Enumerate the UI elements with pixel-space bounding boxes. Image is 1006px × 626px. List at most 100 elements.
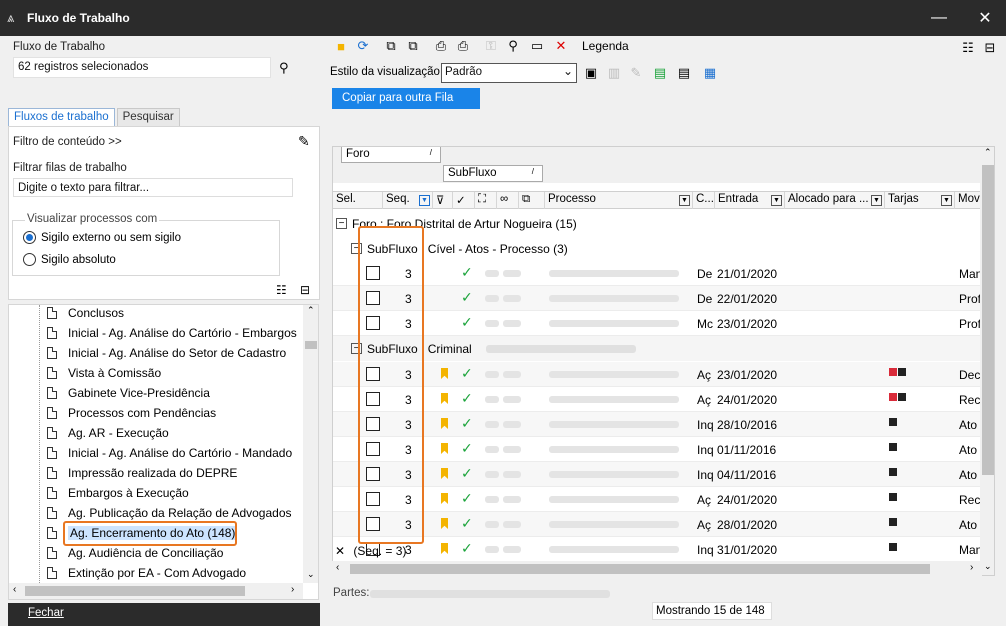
bookmark-tool-icon[interactable]: ■ <box>331 36 351 56</box>
tree-horizontal-scrollbar[interactable]: ‹ › <box>9 583 303 599</box>
grid-horizontal-scrollbar[interactable]: ‹ › <box>332 561 982 577</box>
copy-to-queue-button[interactable]: Copiar para outra Fila <box>332 88 480 109</box>
filter-dropdown-icon[interactable]: ▼ <box>771 195 782 206</box>
scroll-up-icon[interactable]: ⌃ <box>984 147 992 158</box>
tree-item-queue[interactable]: Ag. Audiência de Conciliação <box>47 543 223 563</box>
col-seq[interactable]: Seq. ▼ <box>383 192 433 209</box>
scroll-left-icon[interactable]: ‹ <box>336 562 339 573</box>
col-link[interactable]: ∞ <box>497 192 519 209</box>
tree-item-queue[interactable]: Ag. AR - Execução <box>47 423 169 443</box>
grid-hscroll-thumb[interactable] <box>350 564 930 574</box>
col-alocado-label: Alocado para ... <box>788 193 869 205</box>
table-row[interactable]: 3 ✓ Inq 04/11/2016 Ato C <box>333 462 994 487</box>
radio-sigilo-externo[interactable]: Sigilo externo ou sem sigilo <box>23 231 181 244</box>
table-row[interactable]: 3 ✓ Aç 24/01/2020 Rece <box>333 387 994 412</box>
filter-input[interactable]: Digite o texto para filtrar... <box>13 178 293 197</box>
refresh-icon[interactable]: ⟳ <box>353 36 373 56</box>
group-row-criminal[interactable]: − SubFluxo : Criminal <box>333 336 994 361</box>
table-row[interactable]: 3 ✓ De 22/01/2020 Profe <box>333 286 994 311</box>
table-row[interactable]: 3 ✓ De 21/01/2020 Mant <box>333 261 994 286</box>
copy-icon[interactable]: ⧉ <box>381 36 401 56</box>
scroll-up-icon[interactable]: ⌃ <box>307 305 315 316</box>
table-row[interactable]: 3 ✓ Inq 01/11/2016 Ato C <box>333 437 994 462</box>
brush-icon[interactable]: ✎ <box>298 133 310 150</box>
scroll-left-icon[interactable]: ‹ <box>13 584 16 595</box>
tab-pesquisar[interactable]: Pesquisar <box>116 108 180 126</box>
save-style-icon[interactable]: ▣ <box>581 63 601 83</box>
tree-item-queue[interactable]: Impressão realizada do DEPRE <box>47 463 237 483</box>
tree-item-queue[interactable]: Processos com Pendências <box>47 403 216 423</box>
filter-dropdown-icon[interactable]: ▼ <box>941 195 952 206</box>
content-filter-toggle[interactable]: Filtro de conteúdo >> <box>13 136 122 148</box>
comment-icon[interactable]: ▭ <box>527 36 547 56</box>
table-row[interactable]: 3 ✓ Aç 28/01/2020 Ato C <box>333 512 994 537</box>
close-button[interactable]: Fechar <box>28 607 64 619</box>
group-chip-foro[interactable]: Foro / <box>341 147 441 163</box>
col-docs[interactable]: ⧉ <box>519 192 545 209</box>
print-preview-icon[interactable]: ⎙ <box>453 36 473 56</box>
scroll-down-icon[interactable]: ⌄ <box>984 561 992 572</box>
col-classe[interactable]: C... <box>693 192 715 209</box>
tree-item-queue[interactable]: Gabinete Vice-Presidência <box>47 383 210 403</box>
print-icon[interactable]: ⎙ <box>431 36 451 56</box>
remove-comment-icon[interactable]: ✕ <box>551 36 571 56</box>
style-select[interactable]: Padrão ⌄ <box>441 63 577 83</box>
col-check[interactable]: ✓ <box>453 192 475 209</box>
tree-item-queue[interactable]: Inicial - Ag. Análise do Cartório - Emba… <box>47 323 297 343</box>
group-row-foro[interactable]: − Foro : Foro Distrital de Artur Nogueir… <box>333 211 994 236</box>
excel-export-icon[interactable]: ▤ <box>650 63 670 83</box>
collapse-group-icon[interactable]: − <box>336 218 347 229</box>
tree-vertical-scrollbar[interactable]: ⌃ ⌄ <box>303 305 318 583</box>
col-alocado[interactable]: Alocado para ... ▼ <box>785 192 885 209</box>
table-row[interactable]: 3 ✓ Mc 23/01/2020 Profe <box>333 311 994 336</box>
tree-item-queue[interactable]: Ag. Publicação da Relação de Advogados <box>47 503 292 523</box>
table-row[interactable]: 3 ✓ Aç 24/01/2020 Rece <box>333 487 994 512</box>
radio-sigilo-absoluto[interactable]: Sigilo absoluto <box>23 253 116 266</box>
clear-filter-icon[interactable]: ✕ <box>335 544 345 558</box>
report-icon[interactable]: ▤ <box>674 63 694 83</box>
filter-dropdown-icon[interactable]: ▼ <box>679 195 690 206</box>
col-sel[interactable]: Sel. <box>333 192 383 209</box>
grid-vertical-scrollbar[interactable]: ⌃ ⌄ <box>980 147 994 575</box>
scroll-right-icon[interactable]: › <box>970 562 973 573</box>
tree-item-queue[interactable]: Vista à Comissão <box>47 363 161 383</box>
grid-scroll-thumb[interactable] <box>982 165 994 475</box>
scroll-right-icon[interactable]: › <box>291 584 294 595</box>
tree-collapse-icon[interactable]: ⊟ <box>300 283 310 297</box>
minimize-button[interactable]: — <box>916 0 962 36</box>
group-chip-subfluxo[interactable]: SubFluxo / <box>443 165 543 182</box>
group-row-civel[interactable]: − SubFluxo : Cível - Atos - Processo (3) <box>333 236 994 261</box>
tree-hscroll-thumb[interactable] <box>25 586 245 596</box>
scroll-down-icon[interactable]: ⌄ <box>307 569 315 580</box>
tab-fluxos[interactable]: Fluxos de trabalho <box>8 108 115 126</box>
col-entrada[interactable]: Entrada ▼ <box>715 192 785 209</box>
tree-item-queue[interactable]: Inicial - Ag. Análise do Setor de Cadast… <box>47 343 286 363</box>
search-icon[interactable]: ⚲ <box>279 60 289 76</box>
paste-icon[interactable]: ⧉ <box>403 36 423 56</box>
table-row[interactable]: 3 ✓ Inq 28/10/2016 Ato C <box>333 412 994 437</box>
expand-all-icon[interactable]: ☷ <box>958 38 978 58</box>
tree-item-queue[interactable]: Conclusos <box>47 305 124 323</box>
blurred-text <box>485 421 499 428</box>
highlight-checkbox-column <box>358 226 424 544</box>
tree-item-queue[interactable]: Embargos à Execução <box>47 483 189 503</box>
collapse-all-icon[interactable]: ⊟ <box>980 38 1000 58</box>
flow-field[interactable]: 62 registros selecionados <box>13 57 271 78</box>
col-hierarchy[interactable]: ⛶ <box>475 192 497 209</box>
window-title: Fluxo de Trabalho <box>27 11 130 25</box>
search-process-icon[interactable]: ⚲ <box>503 36 523 56</box>
col-bookmark[interactable]: ⊽ <box>433 192 453 209</box>
tree-expand-icon[interactable]: ☷ <box>276 283 287 297</box>
tree-scroll-thumb[interactable] <box>305 341 317 349</box>
blurred-text <box>549 295 679 302</box>
col-tarjas[interactable]: Tarjas ▼ <box>885 192 955 209</box>
legend-button[interactable]: Legenda <box>582 39 629 53</box>
col-processo[interactable]: Processo ▼ <box>545 192 693 209</box>
table-row[interactable]: 3 ✓ Aç 23/01/2020 Decis <box>333 362 994 387</box>
close-window-button[interactable]: ✕ <box>962 0 1006 36</box>
filter-dropdown-icon[interactable]: ▼ <box>871 195 882 206</box>
tree-item-queue[interactable]: Inicial - Ag. Análise do Cartório - Mand… <box>47 443 292 463</box>
tree-item-queue[interactable]: Extinção por EA - Com Advogado <box>47 563 246 583</box>
layout-icon[interactable]: ▦ <box>700 63 720 83</box>
filter-active-icon[interactable]: ▼ <box>419 195 430 206</box>
